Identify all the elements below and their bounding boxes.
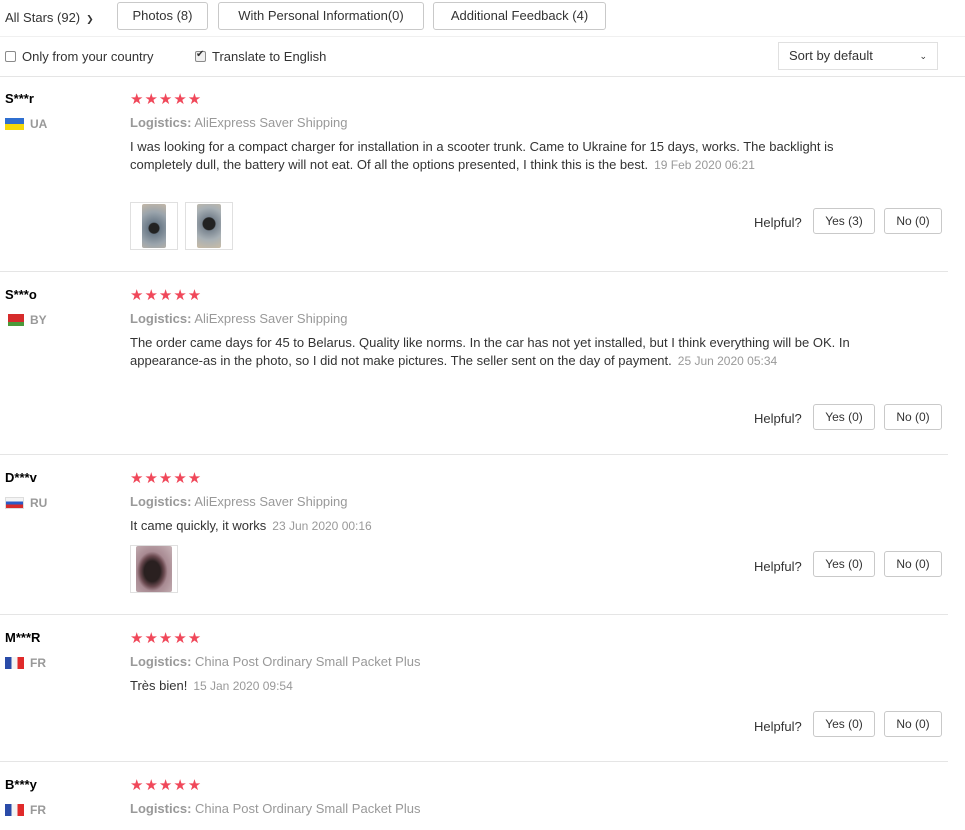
helpful-label: Helpful? xyxy=(754,411,802,426)
personal-info-filter-button[interactable]: With Personal Information(0) xyxy=(218,2,424,30)
reviewer-country: UA xyxy=(5,117,47,131)
review-text-block: The order came days for 45 to Belarus. Q… xyxy=(130,334,850,370)
helpful-label: Helpful? xyxy=(754,559,802,574)
helpful-no-button[interactable]: No (0) xyxy=(884,404,942,430)
checkbox-checked-icon[interactable] xyxy=(195,49,206,62)
reviewer-country: BY xyxy=(5,313,47,327)
logistics-info: Logistics: AliExpress Saver Shipping xyxy=(130,311,348,326)
helpful-no-button[interactable]: No (0) xyxy=(884,711,942,737)
helpful-no-button[interactable]: No (0) xyxy=(884,551,942,577)
logistics-label: Logistics: xyxy=(130,801,192,816)
reviewer-name: M***R xyxy=(5,630,41,645)
reviewer-country: FR xyxy=(5,803,46,817)
review-text: Très bien! xyxy=(130,678,188,693)
logistics-value: AliExpress Saver Shipping xyxy=(194,115,348,130)
reviewer-name: D***v xyxy=(5,470,37,485)
helpful-yes-button[interactable]: Yes (0) xyxy=(813,711,875,737)
review-date: 15 Jan 2020 09:54 xyxy=(193,679,293,693)
logistics-info: Logistics: AliExpress Saver Shipping xyxy=(130,115,348,130)
country-code: FR xyxy=(30,803,46,817)
logistics-value: China Post Ordinary Small Packet Plus xyxy=(195,801,421,816)
review-item: B***y FR ★★★★★ Logistics: China Post Ord… xyxy=(0,762,948,830)
country-code: FR xyxy=(30,656,46,670)
photos-filter-button[interactable]: Photos (8) xyxy=(117,2,208,30)
review-photo xyxy=(197,204,221,248)
all-stars-label: All Stars (92) xyxy=(5,10,81,25)
country-code: BY xyxy=(30,313,47,327)
review-text-block: Très bien! 15 Jan 2020 09:54 xyxy=(130,677,850,695)
logistics-label: Logistics: xyxy=(130,494,192,509)
review-item: D***v RU ★★★★★ Logistics: AliExpress Sav… xyxy=(0,455,948,615)
star-rating: ★★★★★ xyxy=(130,287,203,304)
logistics-value: AliExpress Saver Shipping xyxy=(194,311,348,326)
logistics-info: Logistics: China Post Ordinary Small Pac… xyxy=(130,801,420,816)
review-photo-thumbnail[interactable] xyxy=(185,202,233,250)
helpful-label: Helpful? xyxy=(754,215,802,230)
review-photo xyxy=(136,546,172,592)
star-rating: ★★★★★ xyxy=(130,777,203,794)
review-text-block: It came quickly, it works 23 Jun 2020 00:… xyxy=(130,517,850,535)
only-country-checkbox[interactable]: Only from your country xyxy=(5,49,154,64)
helpful-yes-button[interactable]: Yes (3) xyxy=(813,208,875,234)
helpful-yes-button[interactable]: Yes (0) xyxy=(813,551,875,577)
country-code: RU xyxy=(30,496,48,510)
belarus-flag-icon xyxy=(5,314,24,326)
logistics-info: Logistics: China Post Ordinary Small Pac… xyxy=(130,654,420,669)
reviewer-name: B***y xyxy=(5,777,37,792)
all-stars-dropdown[interactable]: All Stars (92) ❯ xyxy=(5,10,94,25)
logistics-value: China Post Ordinary Small Packet Plus xyxy=(195,654,421,669)
review-filter-bar: All Stars (92) ❯ Photos (8) With Personal… xyxy=(0,0,965,36)
logistics-info: Logistics: AliExpress Saver Shipping xyxy=(130,494,348,509)
reviewer-name: S***r xyxy=(5,91,34,106)
star-rating: ★★★★★ xyxy=(130,630,203,647)
star-rating: ★★★★★ xyxy=(130,91,203,108)
russia-flag-icon xyxy=(5,497,24,509)
helpful-label: Helpful? xyxy=(754,719,802,734)
review-photo-thumbnail[interactable] xyxy=(130,545,178,593)
reviewer-country: FR xyxy=(5,656,46,670)
helpful-no-button[interactable]: No (0) xyxy=(884,208,942,234)
reviewer-country: RU xyxy=(5,496,47,510)
review-photo xyxy=(142,204,166,248)
review-photo-thumbnail[interactable] xyxy=(130,202,178,250)
review-text-block: I was looking for a compact charger for … xyxy=(130,138,850,174)
ukraine-flag-icon xyxy=(5,118,24,130)
logistics-label: Logistics: xyxy=(130,654,192,669)
country-code: UA xyxy=(30,117,48,131)
sort-value: Sort by default xyxy=(789,48,873,63)
only-country-label: Only from your country xyxy=(22,49,154,64)
france-flag-icon xyxy=(5,804,24,816)
logistics-value: AliExpress Saver Shipping xyxy=(194,494,348,509)
review-item: M***R FR ★★★★★ Logistics: China Post Ord… xyxy=(0,615,948,762)
translate-label: Translate to English xyxy=(212,49,327,64)
options-bar: Only from your country Translate to Engl… xyxy=(0,36,965,77)
star-rating: ★★★★★ xyxy=(130,470,203,487)
review-item: S***o BY ★★★★★ Logistics: AliExpress Sav… xyxy=(0,272,948,455)
france-flag-icon xyxy=(5,657,24,669)
chevron-down-icon: ⌄ xyxy=(919,51,927,61)
helpful-yes-button[interactable]: Yes (0) xyxy=(813,404,875,430)
review-date: 19 Feb 2020 06:21 xyxy=(654,158,755,172)
review-item: S***r UA ★★★★★ Logistics: AliExpress Sav… xyxy=(0,76,948,272)
reviewer-name: S***o xyxy=(5,287,37,302)
review-text: It came quickly, it works xyxy=(130,518,267,533)
sort-select[interactable]: Sort by default ⌄ xyxy=(778,42,938,70)
chevron-down-icon: ❯ xyxy=(86,14,94,24)
logistics-label: Logistics: xyxy=(130,311,192,326)
translate-checkbox[interactable]: Translate to English xyxy=(195,49,326,64)
logistics-label: Logistics: xyxy=(130,115,192,130)
checkbox-unchecked-icon[interactable] xyxy=(5,51,16,62)
review-date: 23 Jun 2020 00:16 xyxy=(272,519,372,533)
additional-feedback-filter-button[interactable]: Additional Feedback (4) xyxy=(433,2,606,30)
review-date: 25 Jun 2020 05:34 xyxy=(677,354,778,368)
